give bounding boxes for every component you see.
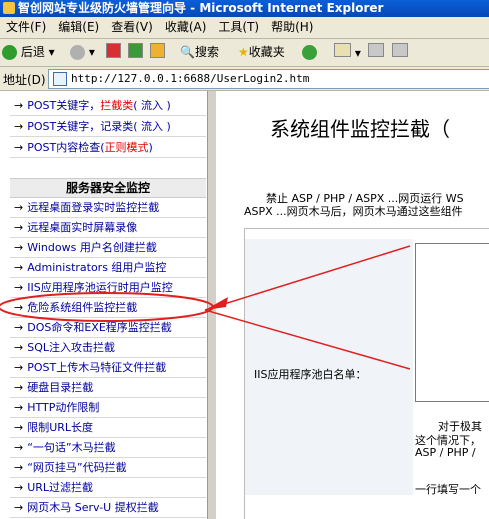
address-url: http://127.0.0.1:6688/UserLogin2.htm xyxy=(71,72,310,85)
pointer-arrow-lines xyxy=(204,245,411,370)
search-icon: 🔍 xyxy=(180,45,195,59)
highlight-ellipse xyxy=(0,292,214,322)
address-bar: 地址(D) http://127.0.0.1:6688/UserLogin2.h… xyxy=(0,67,489,91)
refresh-button[interactable] xyxy=(128,43,143,61)
annotation-overlay xyxy=(0,245,411,370)
menu-tools[interactable]: 工具(T) xyxy=(212,17,265,38)
edit-icon xyxy=(392,43,408,57)
refresh-icon xyxy=(128,43,143,58)
history-button[interactable] xyxy=(302,43,317,61)
edit-button[interactable] xyxy=(392,43,408,61)
forward-button[interactable]: ▾ xyxy=(70,43,95,61)
mail-button[interactable]: ▾ xyxy=(334,43,361,61)
home-icon xyxy=(150,43,165,58)
stop-icon xyxy=(106,43,121,58)
print-icon xyxy=(368,43,384,57)
menu-file[interactable]: 文件(F) xyxy=(0,17,52,38)
window-title-bar: 智创网站专业级防火墙管理向导 - Microsoft Internet Expl… xyxy=(0,0,489,17)
home-button[interactable] xyxy=(150,43,165,61)
forward-arrow-icon xyxy=(70,45,85,60)
search-label: 搜索 xyxy=(194,45,219,59)
stop-button[interactable] xyxy=(106,43,121,61)
back-button[interactable]: 后退 ▾ xyxy=(2,43,55,61)
menu-edit[interactable]: 编辑(E) xyxy=(52,17,105,38)
window-title: 智创网站专业级防火墙管理向导 - Microsoft Internet Expl… xyxy=(18,1,384,15)
menu-view[interactable]: 查看(V) xyxy=(105,17,159,38)
favorites-label: 收藏夹 xyxy=(248,45,285,59)
page-content: → POST关键字，拦截类( 流入 ) → POST关键字，记录类( 流入 ) → P… xyxy=(0,91,489,519)
print-button[interactable] xyxy=(368,43,384,61)
star-icon: ★ xyxy=(238,45,249,59)
toolbar: 后退 ▾ ▾ 🔍搜索 ★收藏夹 ▾ xyxy=(0,39,489,67)
address-label: 地址(D) xyxy=(3,73,46,87)
menu-help[interactable]: 帮助(H) xyxy=(265,17,319,38)
mail-icon xyxy=(334,43,351,57)
favorites-button[interactable]: ★收藏夹 xyxy=(238,43,285,61)
address-input[interactable]: http://127.0.0.1:6688/UserLogin2.htm xyxy=(48,69,489,89)
history-icon xyxy=(302,45,317,60)
menu-bar: 文件(F) 编辑(E) 查看(V) 收藏(A) 工具(T) 帮助(H) xyxy=(0,17,489,39)
menu-favorites[interactable]: 收藏(A) xyxy=(159,17,213,38)
back-label: 后退 xyxy=(20,45,45,59)
page-icon xyxy=(53,72,67,86)
search-button[interactable]: 🔍搜索 xyxy=(180,43,219,61)
app-icon xyxy=(3,2,15,14)
back-arrow-icon xyxy=(2,45,17,60)
